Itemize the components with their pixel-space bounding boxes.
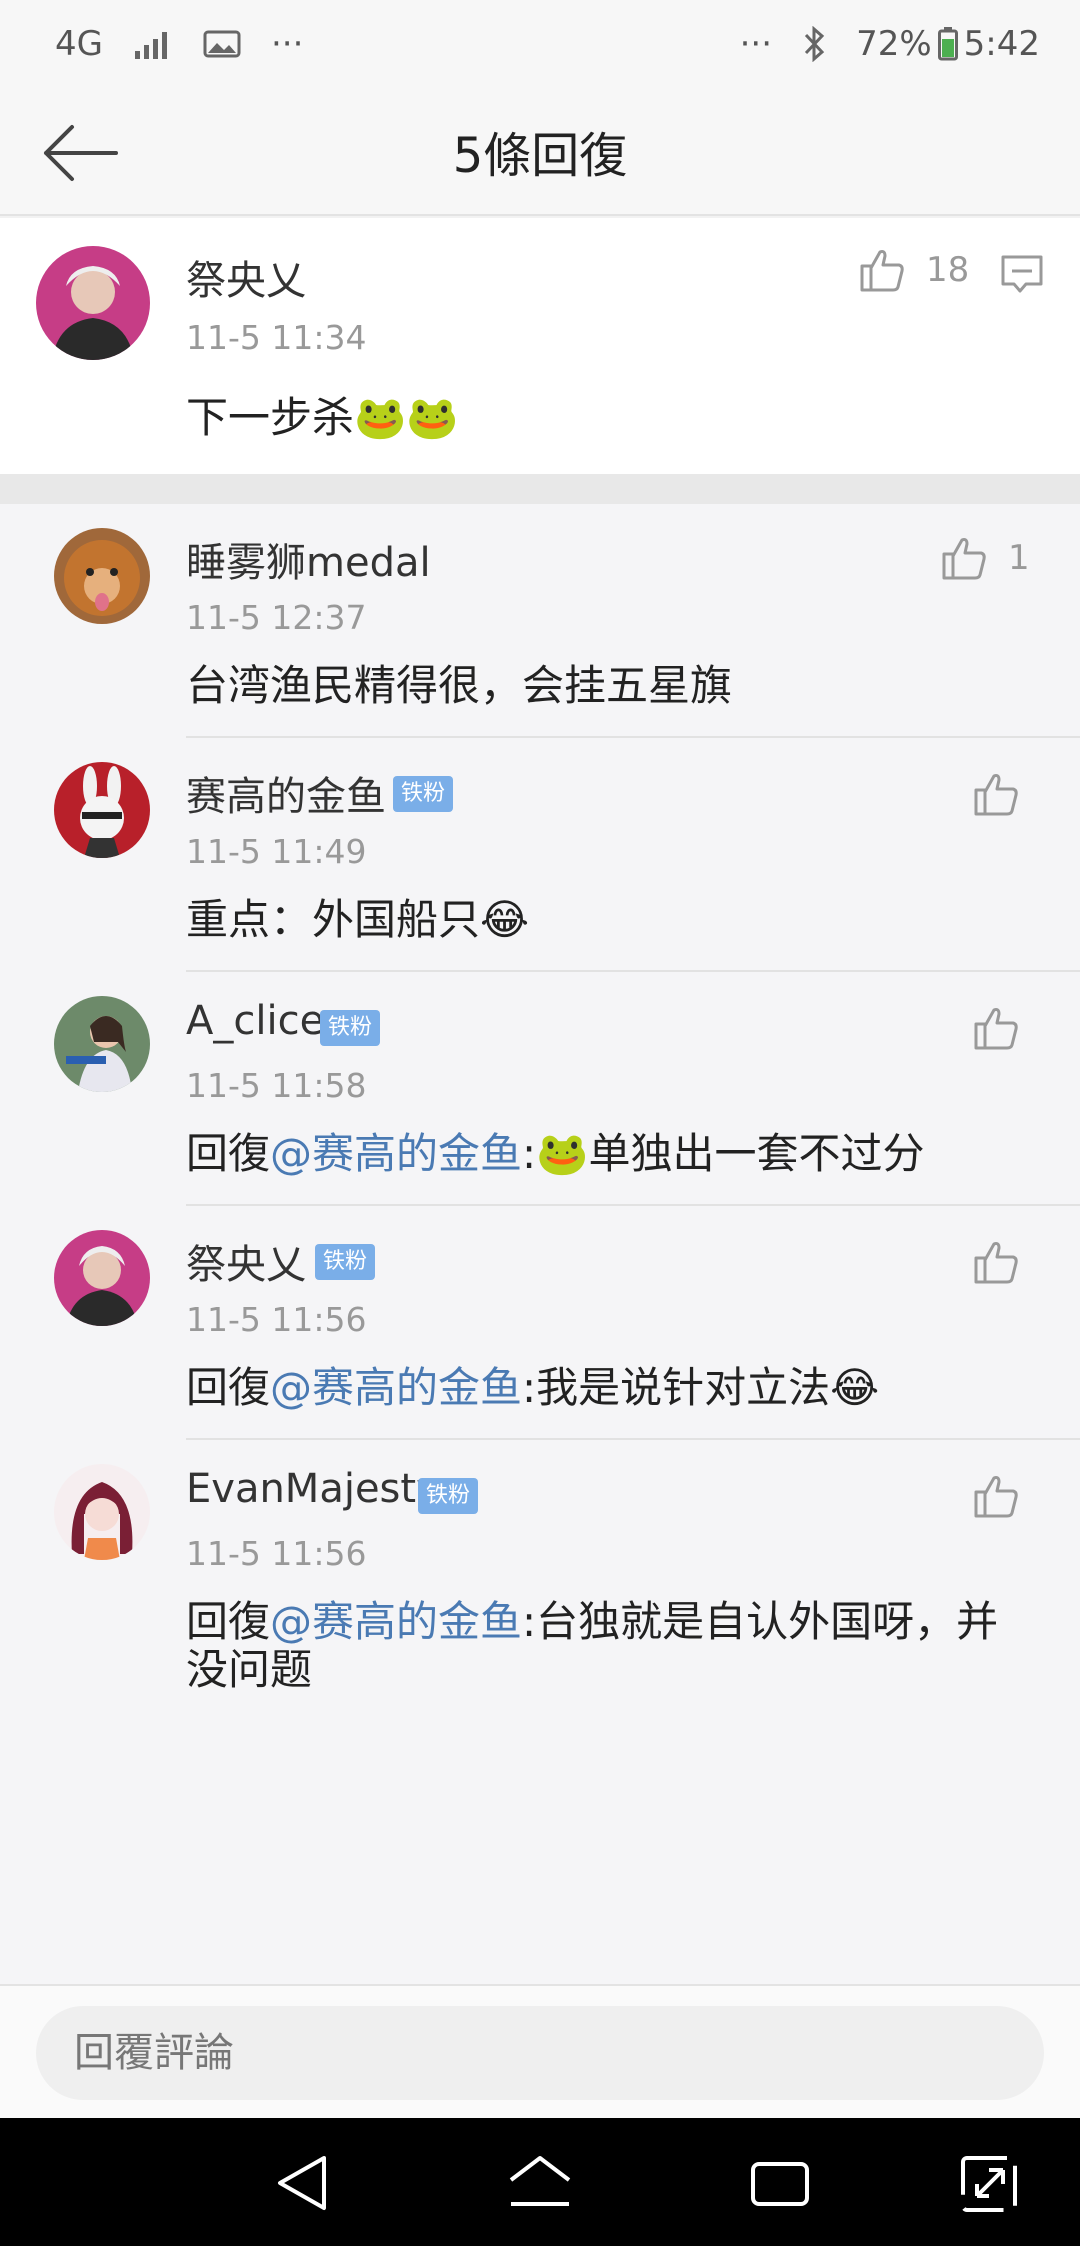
reply-item: 祭央乂 铁粉 11-5 11:56 回復@赛高的金鱼:我是说针对立法😂: [0, 1206, 1080, 1440]
reply-username[interactable]: A_clice: [186, 998, 324, 1044]
thumbs-up-icon: [974, 774, 1018, 816]
reply-text: 回復@赛高的金鱼:我是说针对立法😂: [186, 1358, 879, 1418]
like-count: 18: [926, 250, 970, 290]
avatar[interactable]: [54, 1230, 150, 1326]
like-button[interactable]: [972, 1238, 1020, 1286]
nav-expand-button[interactable]: [955, 2150, 1025, 2216]
reply-item: 赛高的金鱼 铁粉 11-5 11:49 重点：外国船只😂: [0, 738, 1080, 972]
reply-prefix: 回復: [186, 1597, 271, 1646]
reply-text-continued: 没问题: [186, 1645, 313, 1694]
nav-back-icon: [278, 2156, 326, 2210]
status-bar: 4G ··· ··· 72% 5:42: [0, 0, 1080, 88]
like-button[interactable]: [972, 1004, 1020, 1052]
reply-username[interactable]: 睡雾狮medal: [186, 530, 431, 588]
reply-time: 11-5 11:56: [186, 1534, 367, 1573]
clock: 5:42: [963, 24, 1040, 64]
avatar[interactable]: [54, 996, 150, 1092]
reply-username[interactable]: 赛高的金鱼: [186, 764, 386, 822]
comment-icon: [1001, 255, 1043, 293]
header: 5條回復: [0, 88, 1080, 216]
reply-bar: 回覆評論: [0, 1984, 1080, 2118]
reply-list: 睡雾狮medal 11-5 12:37 台湾渔民精得很，会挂五星旗 1 赛高的金…: [0, 504, 1080, 1984]
like-button[interactable]: [972, 770, 1020, 818]
image-icon: [203, 30, 241, 58]
avatar[interactable]: [54, 762, 150, 858]
nav-home-button[interactable]: [505, 2150, 575, 2216]
reply-username[interactable]: 祭央乂: [186, 1232, 306, 1290]
reply-body: 台湾渔民精得很，会挂五星旗: [186, 661, 733, 710]
nav-recents-button[interactable]: [745, 2150, 815, 2216]
like-button[interactable]: 18: [858, 246, 969, 294]
battery-icon: [937, 27, 958, 61]
reply-button[interactable]: [1000, 254, 1044, 298]
reply-body: :台独就是自认外国呀，并: [522, 1597, 999, 1646]
reply-text: 台湾渔民精得很，会挂五星旗: [186, 656, 732, 716]
mention-link[interactable]: @赛高的金鱼: [270, 1129, 522, 1178]
fan-badge: 铁粉: [393, 776, 454, 812]
nav-back-button[interactable]: [266, 2150, 336, 2216]
reply-body: 重点：外国船只😂: [186, 895, 530, 944]
avatar[interactable]: [54, 1464, 150, 1560]
status-right: ··· 72% 5:42: [740, 24, 1040, 64]
reply-time: 11-5 12:37: [186, 598, 367, 637]
bluetooth-icon: [804, 26, 825, 62]
network-indicator: 4G: [55, 24, 103, 64]
reply-text: 重点：外国船只😂: [186, 890, 529, 950]
battery-percent: 72%: [856, 24, 932, 64]
mention-link[interactable]: @赛高的金鱼: [270, 1363, 522, 1412]
recents-icon: [751, 2162, 809, 2206]
fan-badge: 铁粉: [315, 1244, 376, 1280]
reply-body: :我是说针对立法😂: [522, 1363, 880, 1412]
signal-icon: [134, 32, 167, 59]
page-title: 5條回復: [452, 128, 628, 184]
home-icon: [509, 2156, 571, 2206]
comment-text: 下一步杀🐸🐸: [186, 393, 459, 442]
like-button[interactable]: 1: [940, 534, 1030, 582]
reply-body: :🐸单独出一套不过分: [522, 1129, 925, 1178]
comment-username[interactable]: 祭央乂: [186, 248, 306, 306]
reply-prefix: 回復: [186, 1129, 271, 1178]
reply-input[interactable]: 回覆評論: [36, 2006, 1044, 2100]
reply-item: EvanMajesty 铁粉 11-5 11:56 回復@赛高的金鱼:台独就是自…: [0, 1440, 1080, 1740]
reply-username[interactable]: EvanMajesty: [186, 1466, 440, 1512]
thumbs-up-icon: [860, 250, 904, 292]
reply-item: 睡雾狮medal 11-5 12:37 台湾渔民精得很，会挂五星旗 1: [0, 504, 1080, 738]
reply-prefix: 回復: [186, 1363, 271, 1412]
more-status: ···: [739, 24, 773, 64]
mention-link[interactable]: @赛高的金鱼: [270, 1597, 522, 1646]
fan-badge: 铁粉: [418, 1478, 479, 1514]
avatar[interactable]: [54, 528, 150, 624]
main-comment: 祭央乂 11-5 11:34 下一步杀🐸🐸 18: [0, 218, 1080, 474]
fan-badge: 铁粉: [320, 1010, 381, 1046]
thumbs-up-icon: [974, 1476, 1018, 1518]
navigation-bar: [0, 2118, 1080, 2246]
battery: 72% 5:42: [856, 24, 1040, 64]
thumbs-up-icon: [974, 1008, 1018, 1050]
reply-time: 11-5 11:58: [186, 1066, 367, 1105]
reply-time: 11-5 11:49: [186, 832, 367, 871]
section-divider: [0, 474, 1080, 504]
like-count: 1: [1008, 538, 1030, 578]
thumbs-up-icon: [942, 538, 986, 580]
more-notifications: ···: [270, 24, 304, 64]
reply-text: 回復@赛高的金鱼:🐸单独出一套不过分: [186, 1124, 924, 1184]
like-button[interactable]: [972, 1472, 1020, 1520]
reply-time: 11-5 11:56: [186, 1300, 367, 1339]
comment-time: 11-5 11:34: [186, 318, 367, 357]
status-left: 4G ···: [55, 24, 303, 64]
expand-icon: [961, 2156, 1017, 2212]
thumbs-up-icon: [974, 1242, 1018, 1284]
reply-item: A_clice 铁粉 11-5 11:58 回復@赛高的金鱼:🐸单独出一套不过分: [0, 972, 1080, 1206]
avatar[interactable]: [36, 246, 150, 360]
